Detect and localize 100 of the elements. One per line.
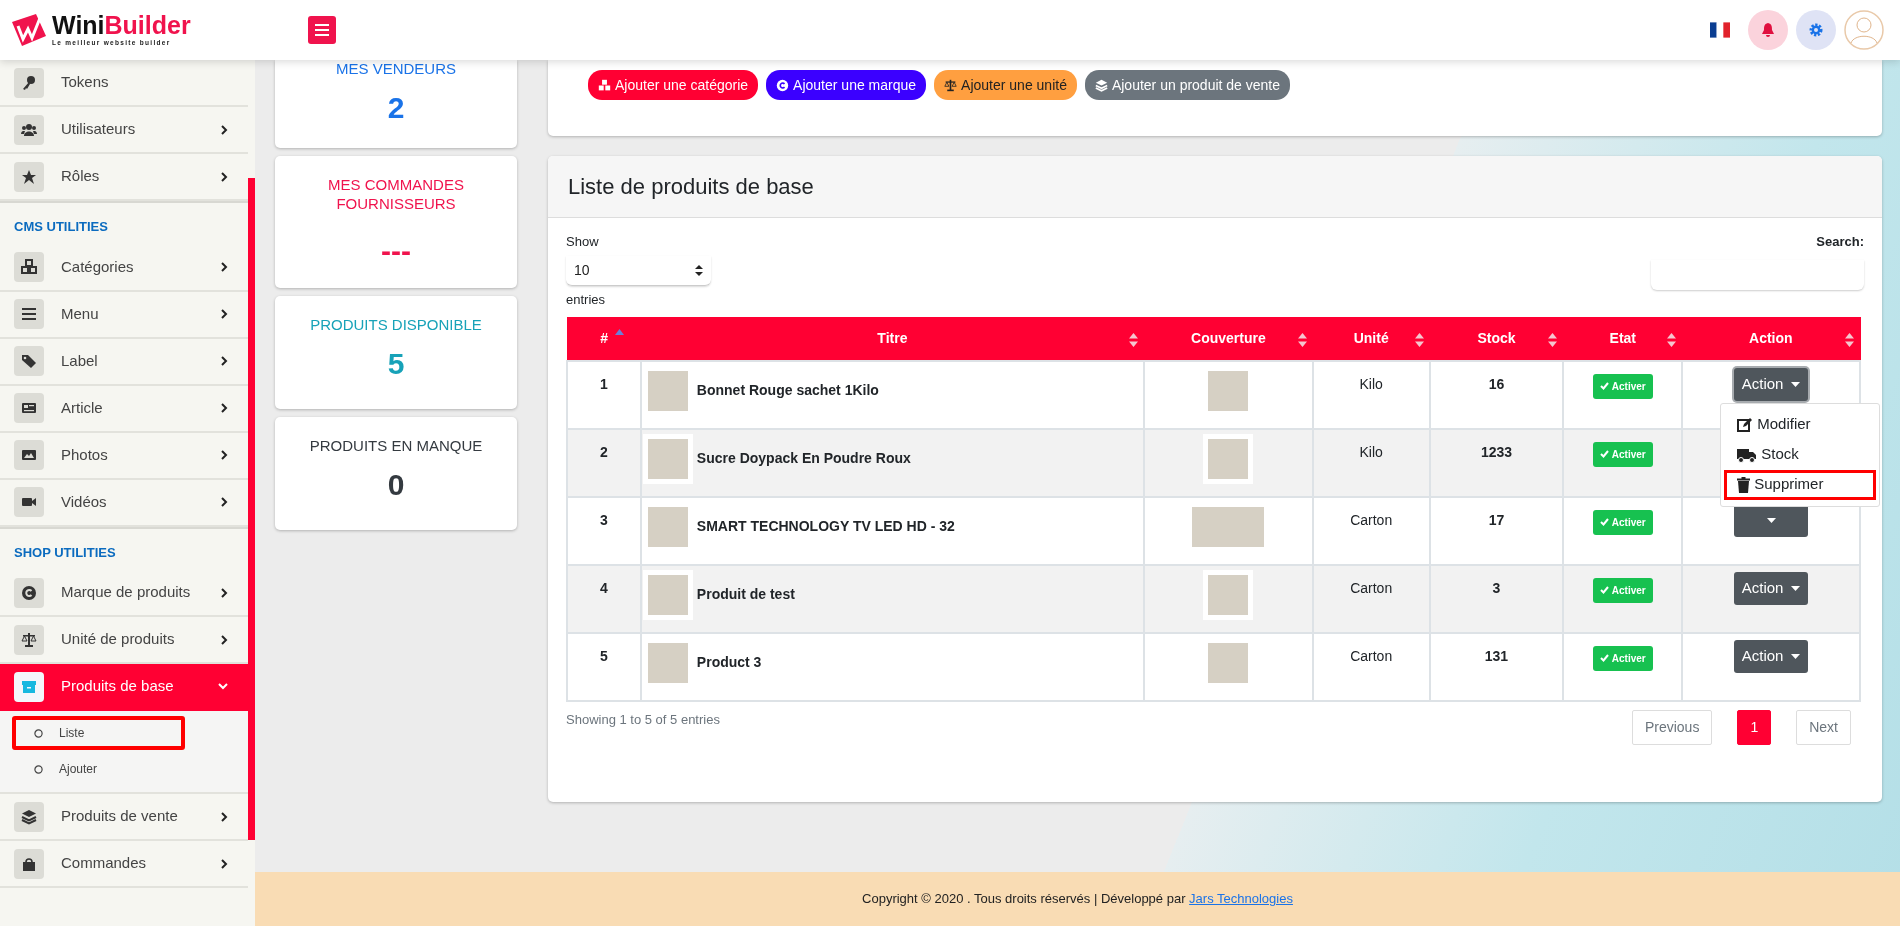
circle-bullet-icon — [34, 728, 43, 738]
add-button[interactable]: Ajouter une unité — [934, 70, 1077, 100]
caret-down-icon — [1791, 381, 1801, 387]
entries-label: entries — [566, 290, 607, 309]
sidebar-item[interactable]: Produits de vente — [0, 794, 248, 841]
sidebar-item[interactable]: Label — [0, 338, 248, 386]
product-title: SMART TECHNOLOGY TV LED HD - 32 — [696, 517, 955, 536]
sidebar-item[interactable]: Marque de produits — [0, 570, 248, 617]
action-dropdown-button[interactable]: Action — [1734, 367, 1809, 401]
photo-placeholder — [642, 433, 693, 484]
check-icon — [1599, 450, 1609, 458]
sort-caret-icon — [695, 264, 703, 276]
product-title: Sucre Doypack En Poudre Roux — [696, 449, 911, 468]
add-button[interactable]: Ajouter un produit de vente — [1084, 70, 1291, 100]
notifications-button[interactable] — [1748, 10, 1788, 50]
show-label: Show — [566, 233, 600, 251]
stat-title: PRODUITS DISPONIBLE — [310, 316, 482, 335]
table-info: Showing 1 to 5 of 5 entries — [566, 710, 720, 729]
submenu-item[interactable]: Liste — [12, 716, 185, 750]
card-title: Liste de produits de base — [548, 156, 1882, 218]
menu-icon — [315, 24, 329, 36]
sidebar-item[interactable]: Commandes — [0, 841, 248, 888]
status-badge: Activer — [1592, 577, 1653, 603]
column-header[interactable]: Etat — [1563, 317, 1683, 361]
layers-icon — [1094, 78, 1108, 92]
table-cell: 131 — [1429, 632, 1564, 701]
caret-down-icon — [1766, 517, 1776, 523]
product-title: Product 3 — [696, 653, 762, 672]
previous-button[interactable]: Previous — [1631, 709, 1713, 745]
cubes-icon — [21, 259, 37, 275]
next-button[interactable]: Next — [1796, 709, 1851, 745]
check-icon — [1599, 382, 1609, 390]
action-dropdown-button[interactable]: Action — [1734, 639, 1809, 673]
dropdown-item[interactable]: Supprimer — [1724, 469, 1877, 500]
menu-toggle-button[interactable] — [308, 16, 336, 44]
column-header[interactable]: Unité — [1312, 317, 1430, 361]
france-flag-icon — [1710, 22, 1730, 38]
newspaper-icon — [21, 400, 37, 416]
table-cell: Kilo — [1312, 360, 1430, 429]
product-title: Bonnet Rouge sachet 1Kilo — [696, 381, 879, 400]
search-field[interactable] — [1651, 259, 1864, 290]
key-icon — [21, 74, 37, 91]
sidebar-item[interactable]: Produits de base — [0, 664, 248, 711]
column-header[interactable]: Titre — [640, 317, 1144, 361]
developer-link[interactable]: Jars Technologies — [1189, 891, 1293, 907]
truck-icon — [1737, 446, 1758, 463]
table-cell: 3 — [567, 496, 641, 565]
stat-value: 2 — [387, 89, 405, 126]
settings-button[interactable] — [1796, 10, 1836, 50]
sidebar-item[interactable]: Tokens — [0, 60, 248, 107]
sidebar-item[interactable]: Vidéos — [0, 479, 248, 527]
search-label: Search: — [1816, 233, 1864, 251]
photo-placeholder — [642, 569, 693, 620]
add-button[interactable]: Ajouter une marque — [766, 70, 927, 100]
stat-value: 0 — [387, 466, 405, 503]
status-badge: Activer — [1592, 373, 1653, 399]
logo-text: Wini — [52, 12, 105, 38]
sidebar-item[interactable]: Menu — [0, 291, 248, 339]
stat-title: MES VENDEURS — [336, 60, 456, 79]
status-badge: Activer — [1592, 441, 1653, 467]
copyright-icon — [776, 78, 790, 92]
stat-value: --- — [381, 232, 411, 269]
circle-bullet-icon — [34, 764, 43, 774]
users-icon — [21, 121, 37, 138]
column-header[interactable]: Action — [1682, 317, 1860, 361]
image-icon — [21, 447, 37, 463]
caret-down-icon — [1791, 585, 1801, 591]
page-size-select[interactable]: 10 — [566, 255, 711, 286]
column-header[interactable]: # — [567, 317, 641, 361]
table-cell: 1 — [567, 360, 641, 429]
dropdown-item[interactable]: Modifier — [1724, 409, 1877, 440]
add-button[interactable]: Ajouter une catégorie — [588, 70, 759, 100]
check-icon — [1599, 586, 1609, 594]
page-button[interactable]: 1 — [1737, 709, 1772, 745]
logo-icon — [10, 12, 48, 48]
sidebar-item[interactable]: Article — [0, 385, 248, 433]
sidebar-item[interactable]: Utilisateurs — [0, 107, 248, 154]
submenu-item[interactable]: Ajouter — [12, 752, 185, 786]
star-icon — [21, 168, 37, 185]
stat-value: 5 — [387, 345, 405, 382]
table-cell: 5 — [567, 632, 641, 701]
scrollbar-thumb[interactable] — [248, 178, 255, 840]
table-cell: 1233 — [1429, 428, 1564, 497]
cubes-icon — [598, 78, 611, 92]
status-badge: Activer — [1592, 645, 1653, 671]
balance-scale-icon — [21, 631, 37, 648]
status-badge: Activer — [1592, 509, 1653, 535]
archive-box-icon — [21, 678, 37, 695]
trash-icon — [1737, 476, 1751, 493]
column-header[interactable]: Couverture — [1144, 317, 1313, 361]
table-cell: Carton — [1312, 632, 1430, 701]
logo-text-accent: Builder — [104, 12, 191, 38]
sidebar-item[interactable]: Catégories — [0, 244, 248, 292]
action-dropdown-button[interactable]: Action — [1734, 571, 1809, 605]
column-header[interactable]: Stock — [1429, 317, 1564, 361]
sidebar-item[interactable]: Photos — [0, 432, 248, 480]
sidebar-item[interactable]: Rôles — [0, 154, 248, 201]
dropdown-item[interactable]: Stock — [1724, 439, 1877, 470]
tags-icon — [21, 353, 37, 369]
check-icon — [1599, 518, 1609, 526]
